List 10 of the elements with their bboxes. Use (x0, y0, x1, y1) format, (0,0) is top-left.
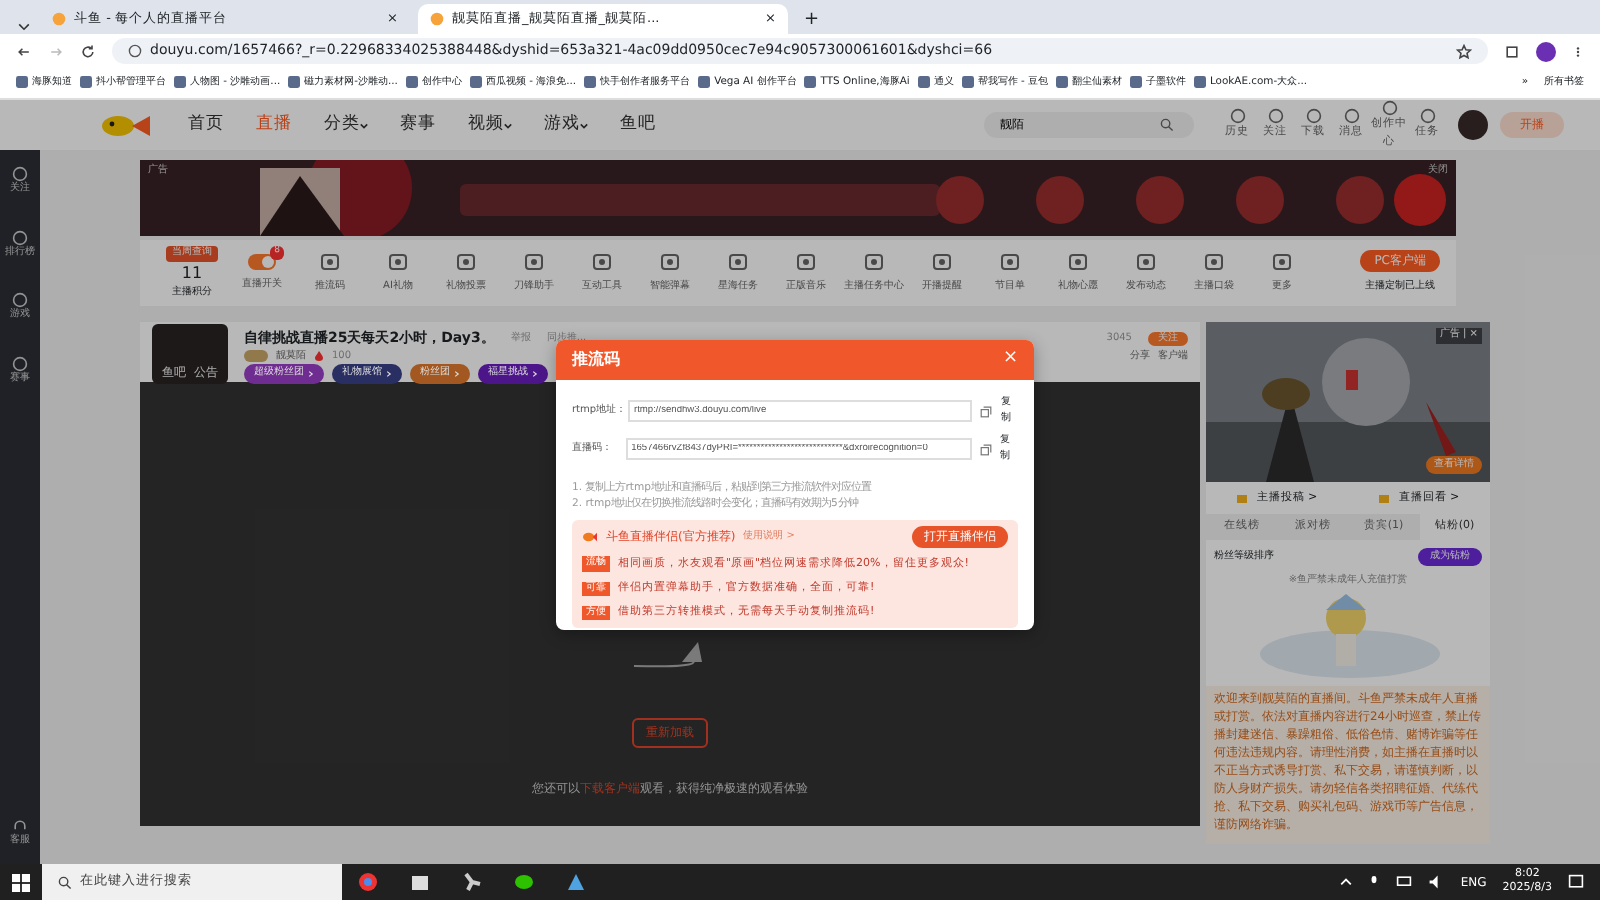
nav-link[interactable]: 游戏 (544, 112, 588, 138)
new-tab-button[interactable]: + (804, 7, 820, 34)
nav-link[interactable]: 鱼吧 (620, 112, 656, 138)
nav-link[interactable]: 分类 (324, 112, 368, 138)
score-value: 11 (181, 261, 203, 285)
nav-link[interactable]: 赛事 (400, 112, 436, 138)
close-button[interactable]: × (1002, 346, 1018, 374)
nav-link[interactable]: 视频 (468, 112, 512, 138)
nav-link[interactable]: 首页 (188, 112, 224, 138)
dialog-title: 推流码 (572, 348, 620, 372)
